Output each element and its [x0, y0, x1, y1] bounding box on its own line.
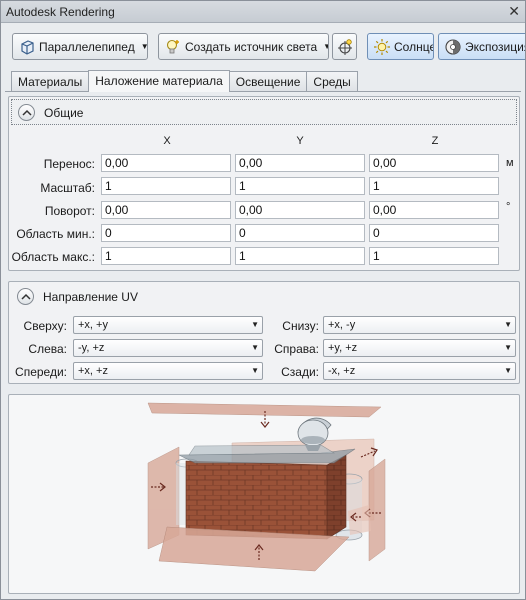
translate-z-field[interactable] — [369, 154, 499, 172]
uv-left-label: Слева: — [28, 342, 67, 356]
close-icon[interactable]: ✕ — [508, 3, 520, 20]
tab-lighting[interactable]: Освещение — [228, 71, 308, 92]
tab-material-mapping[interactable]: Наложение материала — [88, 70, 230, 92]
chevron-down-icon: ▼ — [504, 343, 512, 352]
light-target-button[interactable] — [332, 33, 357, 60]
general-panel-title: Общие — [44, 106, 84, 120]
tab-environments[interactable]: Среды — [306, 71, 358, 92]
translate-x-field[interactable] — [101, 154, 231, 172]
scale-z-field[interactable] — [369, 177, 499, 195]
region-max-label: Область макс.: — [11, 250, 95, 264]
uv-back-select[interactable]: -x, +z ▼ — [323, 362, 516, 380]
chevron-up-icon[interactable] — [18, 104, 35, 121]
create-light-label: Создать источник света — [185, 39, 318, 54]
uv-direction-panel: Направление UV Сверху: +x, +y ▼ Снизу: +… — [8, 281, 520, 384]
general-panel: Общие X Y Z Перенос: м Масштаб: Поворот:… — [8, 96, 520, 271]
uv-top-label: Сверху: — [23, 319, 67, 333]
region-max-x-field[interactable] — [101, 247, 231, 265]
column-header-x: X — [163, 135, 171, 147]
rotation-label: Поворот: — [44, 204, 95, 218]
exposure-label: Экспозиция — [465, 39, 525, 54]
chevron-down-icon: ▼ — [251, 343, 259, 352]
create-light-dropdown[interactable]: Создать источник света ▼ — [158, 33, 329, 60]
uv-panel-header[interactable]: Направление UV — [11, 284, 517, 310]
translate-label: Перенос: — [43, 157, 95, 171]
chevron-up-icon[interactable] — [17, 288, 34, 305]
rotation-y-field[interactable] — [235, 201, 365, 219]
uv-back-label: Сзади: — [281, 365, 319, 379]
rotation-x-field[interactable] — [101, 201, 231, 219]
tab-divider — [5, 91, 521, 92]
region-min-y-field[interactable] — [235, 224, 365, 242]
uv-bottom-value: +x, -y — [328, 319, 356, 331]
column-header-z: Z — [431, 135, 439, 147]
box-mapping-icon — [18, 38, 36, 56]
uv-left-select[interactable]: -y, +z ▼ — [73, 339, 263, 357]
uv-top-value: +x, +y — [78, 319, 108, 331]
uv-front-label: Спереди: — [15, 365, 67, 379]
translate-y-field[interactable] — [235, 154, 365, 172]
sun-label: Солнце — [394, 39, 434, 54]
uv-top-select[interactable]: +x, +y ▼ — [73, 316, 263, 334]
region-max-z-field[interactable] — [369, 247, 499, 265]
rendering-window: Autodesk Rendering ✕ Параллелепипед ▼ Со… — [0, 0, 526, 600]
tab-bar: Материалы Наложение материала Освещение … — [11, 70, 358, 92]
uv-bottom-label: Снизу: — [282, 319, 319, 333]
uv-right-label: Справа: — [274, 342, 319, 356]
crosshair-light-icon — [336, 38, 354, 56]
column-header-y: Y — [296, 135, 304, 147]
scale-x-field[interactable] — [101, 177, 231, 195]
uv-front-select[interactable]: +x, +z ▼ — [73, 362, 263, 380]
tab-materials[interactable]: Материалы — [11, 71, 90, 92]
chevron-down-icon: ▼ — [323, 42, 328, 51]
mapping-type-dropdown[interactable]: Параллелепипед ▼ — [12, 33, 148, 60]
window-title: Autodesk Rendering — [6, 5, 115, 19]
uv-right-select[interactable]: +y, +z ▼ — [323, 339, 516, 357]
chevron-down-icon: ▼ — [140, 42, 148, 51]
title-bar: Autodesk Rendering ✕ — [1, 1, 525, 23]
region-max-y-field[interactable] — [235, 247, 365, 265]
chevron-down-icon: ▼ — [504, 320, 512, 329]
chevron-down-icon: ▼ — [251, 366, 259, 375]
uv-bottom-select[interactable]: +x, -y ▼ — [323, 316, 516, 334]
uv-left-value: -y, +z — [78, 342, 105, 354]
scale-y-field[interactable] — [235, 177, 365, 195]
mapping-preview — [8, 394, 520, 594]
rotation-z-field[interactable] — [369, 201, 499, 219]
chevron-down-icon: ▼ — [251, 320, 259, 329]
uv-panel-title: Направление UV — [43, 290, 138, 304]
sun-icon — [373, 38, 391, 56]
region-min-label: Область мин.: — [16, 227, 95, 241]
uv-right-value: +y, +z — [328, 342, 358, 354]
uv-back-value: -x, +z — [328, 365, 356, 377]
region-min-z-field[interactable] — [369, 224, 499, 242]
translate-unit: м — [506, 157, 514, 169]
mapping-type-label: Параллелепипед — [39, 39, 135, 54]
rotation-unit: ° — [506, 201, 511, 213]
chevron-down-icon: ▼ — [504, 366, 512, 375]
scale-label: Масштаб: — [40, 181, 95, 195]
box-mapping-illustration — [147, 402, 386, 572]
region-min-x-field[interactable] — [101, 224, 231, 242]
uv-front-value: +x, +z — [78, 365, 108, 377]
exposure-icon — [444, 38, 462, 56]
sun-toggle-button[interactable]: Солнце — [367, 33, 434, 60]
general-panel-header[interactable]: Общие — [11, 99, 517, 125]
light-bulb-icon — [164, 38, 182, 56]
exposure-button[interactable]: Экспозиция — [438, 33, 525, 60]
